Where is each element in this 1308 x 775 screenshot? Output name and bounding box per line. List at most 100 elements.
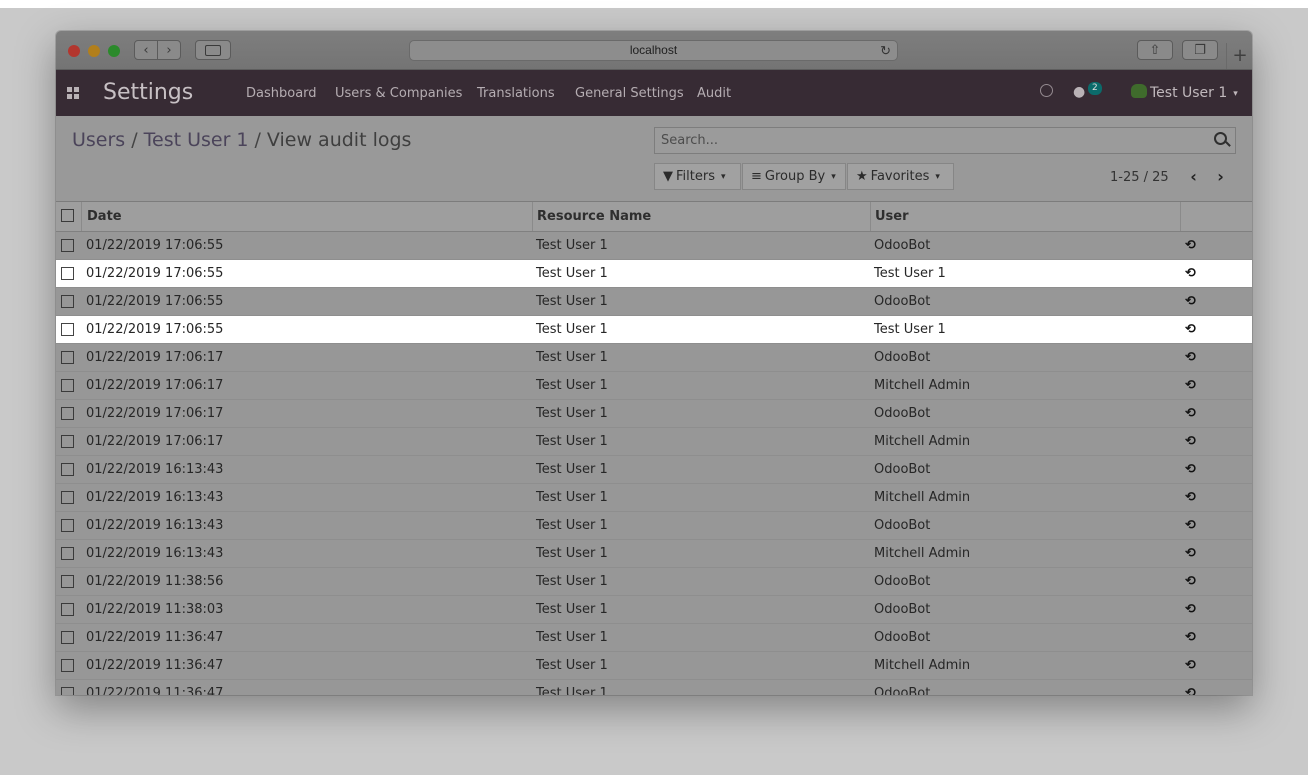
table-row[interactable]: 01/22/2019 11:36:47 Test User 1 OdooBot ⟲	[56, 680, 1252, 695]
menu-dashboard[interactable]: Dashboard	[246, 86, 317, 101]
restore-icon[interactable]: ⟲	[1185, 238, 1196, 253]
address-bar[interactable]: localhost ↻	[409, 40, 898, 61]
row-checkbox[interactable]	[61, 267, 74, 280]
search-input[interactable]	[655, 128, 1217, 153]
restore-icon[interactable]: ⟲	[1185, 350, 1196, 365]
table-row[interactable]: 01/22/2019 16:13:43 Test User 1 OdooBot ⟲	[56, 456, 1252, 484]
table-row[interactable]: 01/22/2019 17:06:55 Test User 1 Test User …	[56, 260, 1252, 288]
restore-icon[interactable]: ⟲	[1185, 630, 1196, 645]
restore-icon[interactable]: ⟲	[1185, 518, 1196, 533]
pager-previous-button[interactable]: ‹	[1180, 163, 1207, 190]
reload-icon[interactable]: ↻	[880, 41, 891, 60]
row-checkbox[interactable]	[61, 631, 74, 644]
row-checkbox[interactable]	[61, 659, 74, 672]
table-row[interactable]: 01/22/2019 11:38:03 Test User 1 OdooBot ⟲	[56, 596, 1252, 624]
restore-icon[interactable]: ⟲	[1185, 602, 1196, 617]
row-user: Test User 1	[874, 322, 946, 337]
apps-menu-icon[interactable]	[67, 87, 79, 99]
activity-clock-icon[interactable]	[1040, 84, 1053, 97]
sidebar-icon	[205, 45, 221, 56]
user-menu[interactable]: Test User 1 ▾	[1150, 85, 1238, 101]
show-tabs-button[interactable]: ❐	[1182, 40, 1218, 60]
table-row[interactable]: 01/22/2019 17:06:17 Test User 1 Mitchell A…	[56, 428, 1252, 456]
pager-value[interactable]: 1-25 / 25	[1110, 170, 1169, 185]
row-checkbox[interactable]	[61, 407, 74, 420]
column-date[interactable]: Date	[87, 209, 122, 224]
restore-icon[interactable]: ⟲	[1185, 490, 1196, 505]
odoo-navbar: Settings Dashboard Users & Companies Tra…	[56, 70, 1252, 116]
messages-icon[interactable]: ●	[1073, 84, 1085, 100]
breadcrumb-users[interactable]: Users	[72, 129, 125, 151]
pager-next-button[interactable]: ›	[1207, 163, 1234, 190]
row-checkbox[interactable]	[61, 603, 74, 616]
restore-icon[interactable]: ⟲	[1185, 406, 1196, 421]
restore-icon[interactable]: ⟲	[1185, 266, 1196, 281]
row-checkbox[interactable]	[61, 547, 74, 560]
column-resource-name[interactable]: Resource Name	[537, 209, 651, 224]
row-checkbox[interactable]	[61, 519, 74, 532]
chevron-right-icon: ›	[166, 43, 172, 58]
row-checkbox[interactable]	[61, 239, 74, 252]
breadcrumb-test-user[interactable]: Test User 1	[144, 129, 249, 151]
row-checkbox[interactable]	[61, 687, 74, 695]
menu-translations[interactable]: Translations	[477, 86, 555, 101]
row-checkbox[interactable]	[61, 463, 74, 476]
browser-forward-button[interactable]: ›	[157, 40, 181, 60]
table-row[interactable]: 01/22/2019 17:06:17 Test User 1 OdooBot ⟲	[56, 344, 1252, 372]
restore-icon[interactable]: ⟲	[1185, 294, 1196, 309]
restore-icon[interactable]: ⟲	[1185, 658, 1196, 673]
filters-button[interactable]: ▼ Filters ▾	[654, 163, 741, 190]
row-user: OdooBot	[874, 518, 931, 533]
share-button[interactable]: ⇧	[1137, 40, 1173, 60]
restore-icon[interactable]: ⟲	[1185, 462, 1196, 477]
row-checkbox[interactable]	[61, 575, 74, 588]
close-window-icon[interactable]	[68, 45, 80, 57]
row-resource-name: Test User 1	[536, 518, 608, 533]
favorites-button[interactable]: ★ Favorites ▾	[847, 163, 954, 190]
new-tab-button[interactable]: +	[1226, 43, 1252, 69]
browser-back-button[interactable]: ‹	[134, 40, 158, 60]
column-user[interactable]: User	[875, 209, 909, 224]
search-icon[interactable]	[1214, 132, 1227, 145]
audit-log-table: Date Resource Name User 01/22/2019 17:06…	[56, 202, 1252, 695]
browser-sidebar-button[interactable]	[195, 40, 231, 60]
row-checkbox[interactable]	[61, 491, 74, 504]
table-row[interactable]: 01/22/2019 16:13:43 Test User 1 Mitchell A…	[56, 484, 1252, 512]
restore-icon[interactable]: ⟲	[1185, 546, 1196, 561]
restore-icon[interactable]: ⟲	[1185, 378, 1196, 393]
restore-icon[interactable]: ⟲	[1185, 434, 1196, 449]
row-checkbox[interactable]	[61, 323, 74, 336]
restore-icon[interactable]: ⟲	[1185, 686, 1196, 695]
row-date: 01/22/2019 11:38:56	[86, 574, 224, 589]
menu-general-settings[interactable]: General Settings	[575, 86, 684, 101]
group-by-button[interactable]: ≡ Group By ▾	[742, 163, 846, 190]
select-all-checkbox[interactable]	[61, 209, 74, 222]
maximize-window-icon[interactable]	[108, 45, 120, 57]
row-resource-name: Test User 1	[536, 294, 608, 309]
menu-users-companies[interactable]: Users & Companies	[335, 86, 462, 101]
row-checkbox[interactable]	[61, 379, 74, 392]
row-checkbox[interactable]	[61, 295, 74, 308]
minimize-window-icon[interactable]	[88, 45, 100, 57]
row-user: OdooBot	[874, 294, 931, 309]
table-row[interactable]: 01/22/2019 11:36:47 Test User 1 Mitchell A…	[56, 652, 1252, 680]
table-row[interactable]: 01/22/2019 17:06:55 Test User 1 OdooBot ⟲	[56, 288, 1252, 316]
restore-icon[interactable]: ⟲	[1185, 322, 1196, 337]
table-row[interactable]: 01/22/2019 16:13:43 Test User 1 Mitchell A…	[56, 540, 1252, 568]
table-row[interactable]: 01/22/2019 16:13:43 Test User 1 OdooBot ⟲	[56, 512, 1252, 540]
row-resource-name: Test User 1	[536, 602, 608, 617]
table-row[interactable]: 01/22/2019 17:06:17 Test User 1 Mitchell A…	[56, 372, 1252, 400]
menu-audit[interactable]: Audit	[697, 86, 731, 101]
table-row[interactable]: 01/22/2019 17:06:17 Test User 1 OdooBot ⟲	[56, 400, 1252, 428]
row-date: 01/22/2019 17:06:17	[86, 434, 224, 449]
user-avatar[interactable]	[1131, 84, 1147, 98]
restore-icon[interactable]: ⟲	[1185, 574, 1196, 589]
table-row[interactable]: 01/22/2019 11:38:56 Test User 1 OdooBot ⟲	[56, 568, 1252, 596]
row-checkbox[interactable]	[61, 435, 74, 448]
table-row[interactable]: 01/22/2019 17:06:55 Test User 1 OdooBot ⟲	[56, 232, 1252, 260]
row-user: OdooBot	[874, 686, 931, 695]
table-row[interactable]: 01/22/2019 17:06:55 Test User 1 Test User …	[56, 316, 1252, 344]
row-checkbox[interactable]	[61, 351, 74, 364]
table-row[interactable]: 01/22/2019 11:36:47 Test User 1 OdooBot ⟲	[56, 624, 1252, 652]
list-icon: ≡	[751, 169, 762, 184]
